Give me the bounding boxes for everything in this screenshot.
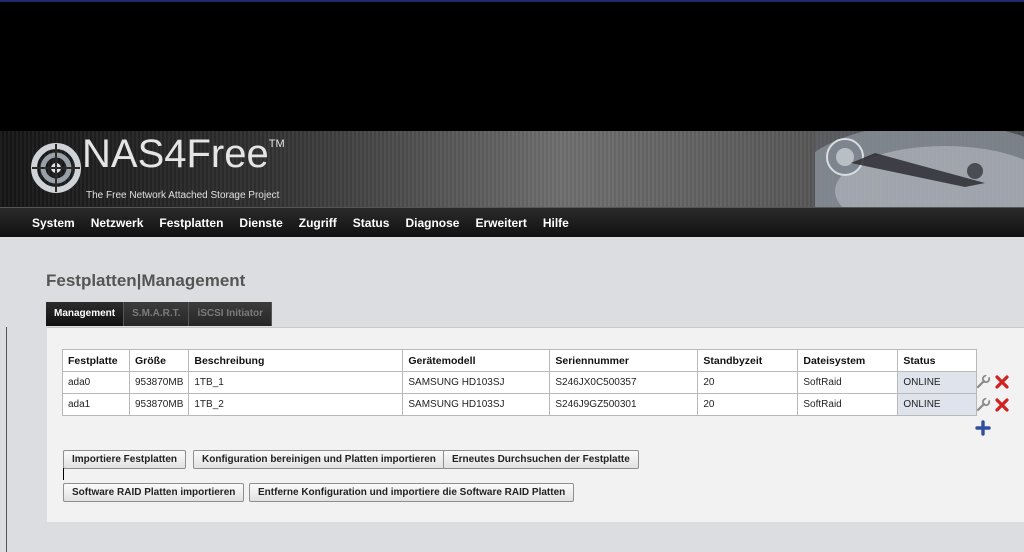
- table-header-row: Festplatte Größe Beschreibung Gerätemode…: [62, 349, 978, 372]
- header-groesse: Größe: [128, 349, 190, 372]
- cell-disk: ada0: [62, 371, 130, 394]
- cell-filesystem: SoftRaid: [797, 371, 899, 394]
- left-divider: [6, 327, 7, 552]
- nav-item-zugriff[interactable]: Zugriff: [299, 216, 337, 230]
- logo-trademark: TM: [268, 138, 285, 150]
- header-status: Status: [897, 349, 978, 372]
- logo-tagline: The Free Network Attached Storage Projec…: [86, 190, 280, 201]
- cell-size: 953870MB: [128, 393, 190, 416]
- row-actions-ada0: [975, 374, 1015, 390]
- main-navigation: System Netzwerk Festplatten Dienste Zugr…: [0, 207, 1024, 237]
- tab-iscsi-initiator[interactable]: iSCSI Initiator: [189, 302, 273, 326]
- nav-item-diagnose[interactable]: Diagnose: [405, 216, 459, 230]
- tab-management[interactable]: Management: [46, 302, 125, 326]
- cell-standby: 20: [697, 371, 799, 394]
- cell-model: SAMSUNG HD103SJ: [402, 371, 551, 394]
- nav-item-hilfe[interactable]: Hilfe: [543, 216, 569, 230]
- cell-description: 1TB_1: [188, 371, 404, 394]
- nas4free-logo-icon: [31, 143, 81, 193]
- disk-table: Festplatte Größe Beschreibung Gerätemode…: [62, 349, 978, 416]
- table-row: ada0 953870MB 1TB_1 SAMSUNG HD103SJ S246…: [62, 371, 978, 394]
- logo-name: NAS4Free: [82, 132, 269, 176]
- clear-config-import-button[interactable]: Konfiguration bereinigen und Platten imp…: [193, 450, 445, 469]
- header-seriennummer: Seriennummer: [549, 349, 699, 372]
- tab-smart[interactable]: S.M.A.R.T.: [124, 302, 190, 326]
- rescan-disks-button[interactable]: Erneutes Durchsuchen der Festplatte: [443, 450, 639, 469]
- row-actions-ada1: [975, 397, 1015, 413]
- cell-serial: S246JX0C500357: [549, 371, 699, 394]
- nav-item-system[interactable]: System: [32, 216, 75, 230]
- nav-item-dienste[interactable]: Dienste: [239, 216, 282, 230]
- header-geraetemodell: Gerätemodell: [402, 349, 551, 372]
- tab-bar: Management S.M.A.R.T. iSCSI Initiator: [46, 302, 273, 326]
- nav-item-festplatten[interactable]: Festplatten: [159, 216, 223, 230]
- remove-config-import-raid-button[interactable]: Entferne Konfiguration und importiere di…: [249, 483, 575, 502]
- cell-model: SAMSUNG HD103SJ: [402, 393, 551, 416]
- cell-disk: ada1: [62, 393, 130, 416]
- cell-status: ONLINE: [897, 393, 978, 416]
- cell-size: 953870MB: [128, 371, 190, 394]
- import-raid-disks-button[interactable]: Software RAID Platten importieren: [63, 483, 245, 502]
- cell-standby: 20: [697, 393, 799, 416]
- header-dateisystem: Dateisystem: [797, 349, 899, 372]
- nav-item-erweitert[interactable]: Erweitert: [475, 216, 526, 230]
- cell-filesystem: SoftRaid: [797, 393, 899, 416]
- page-title: Festplatten|Management: [46, 271, 246, 290]
- hard-disk-illustration-icon: [815, 131, 1024, 207]
- cell-description: 1TB_2: [188, 393, 404, 416]
- header-festplatte: Festplatte: [62, 349, 130, 372]
- nav-menu: System Netzwerk Festplatten Dienste Zugr…: [0, 208, 1024, 238]
- import-disks-button[interactable]: Importiere Festplatten: [63, 450, 187, 469]
- header-beschreibung: Beschreibung: [188, 349, 404, 372]
- logo-wordmark: NAS4FreeTM: [82, 132, 285, 177]
- delete-icon[interactable]: [994, 374, 1010, 390]
- cell-status: ONLINE: [897, 371, 978, 394]
- top-black-area: [0, 0, 1024, 131]
- nav-item-status[interactable]: Status: [353, 216, 390, 230]
- delete-icon[interactable]: [994, 397, 1010, 413]
- add-disk-plus-icon[interactable]: [975, 420, 991, 436]
- table-row: ada1 953870MB 1TB_2 SAMSUNG HD103SJ S246…: [62, 393, 978, 416]
- text-cursor: [63, 468, 64, 480]
- cell-serial: S246J9GZ500301: [549, 393, 699, 416]
- wrench-icon[interactable]: [975, 397, 991, 413]
- nav-item-netzwerk[interactable]: Netzwerk: [91, 216, 144, 230]
- header-standbyzeit: Standbyzeit: [697, 349, 799, 372]
- wrench-icon[interactable]: [975, 374, 991, 390]
